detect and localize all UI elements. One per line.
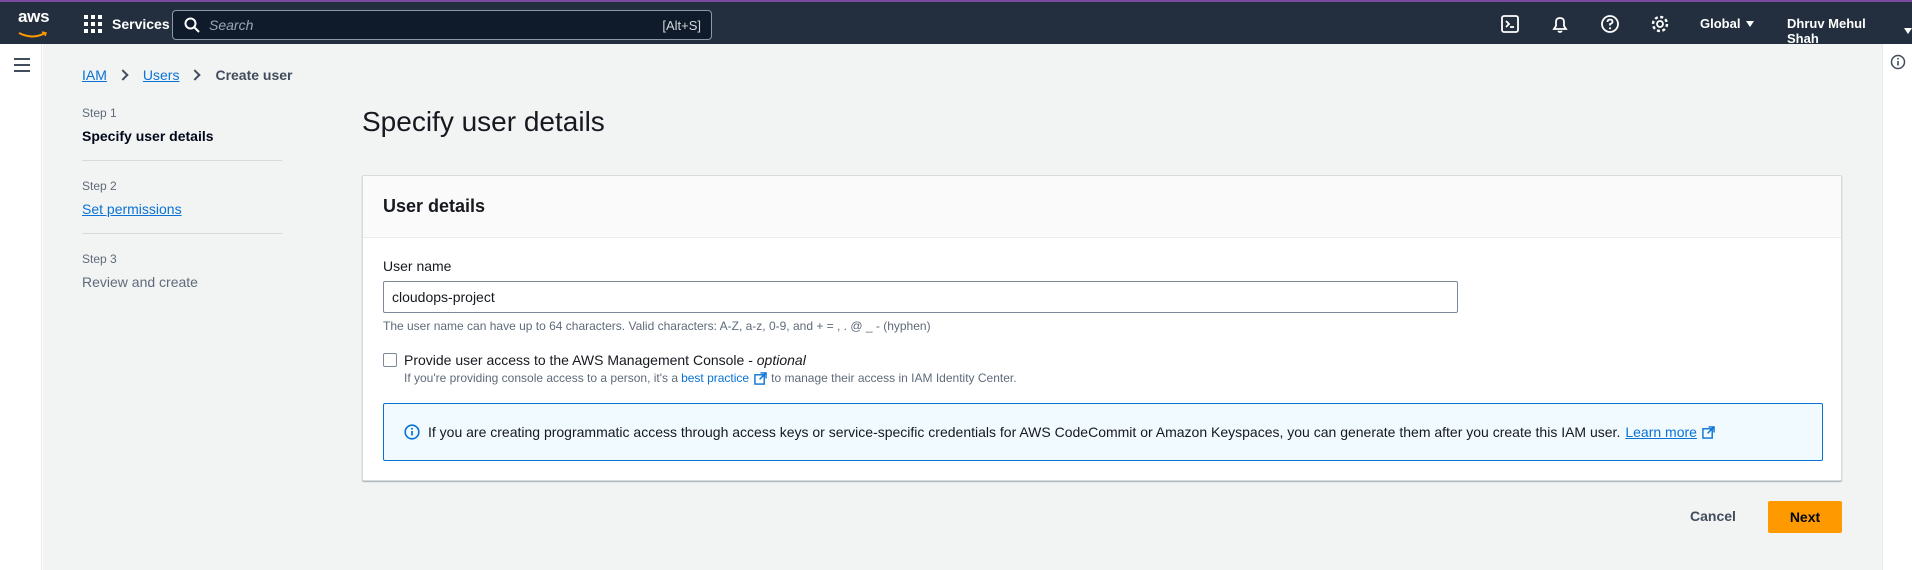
chevron-right-icon — [117, 69, 129, 81]
page-title: Specify user details — [362, 106, 605, 137]
settings-gear-icon[interactable] — [1649, 13, 1671, 35]
learn-more-link[interactable]: Learn more — [1625, 424, 1697, 440]
search-bar[interactable]: Search [Alt+S] — [172, 10, 712, 40]
username-label: User name — [383, 258, 452, 274]
side-navigation-rail — [0, 44, 42, 570]
next-button[interactable]: Next — [1768, 501, 1842, 533]
console-access-description: If you're providing console access to a … — [404, 371, 1017, 385]
notifications-bell-icon[interactable] — [1549, 13, 1571, 35]
external-link-icon — [1702, 425, 1715, 439]
external-link-icon — [754, 371, 767, 385]
search-shortcut: [Alt+S] — [662, 17, 701, 33]
help-icon[interactable] — [1599, 13, 1621, 35]
step-title: Specify user details — [82, 128, 214, 144]
tools-rail — [1882, 44, 1912, 570]
user-details-card: User details User name The user name can… — [362, 175, 1842, 481]
menu-hamburger-icon[interactable] — [14, 58, 30, 72]
search-icon — [184, 17, 200, 33]
card-title: User details — [383, 196, 486, 216]
breadcrumb-link-iam[interactable]: IAM — [82, 67, 107, 83]
cloudshell-icon[interactable] — [1499, 13, 1521, 35]
cancel-button[interactable]: Cancel — [1690, 508, 1736, 524]
caret-down-icon — [1746, 20, 1755, 27]
card-header: User details — [363, 176, 1841, 238]
aws-logo[interactable]: aws — [18, 8, 54, 38]
account-name: Dhruv Mehul Shah — [1787, 16, 1866, 46]
info-panel-icon[interactable] — [1890, 54, 1906, 70]
top-navigation-bar: aws Services Search [Alt+S] Global Dhruv… — [0, 0, 1912, 46]
account-menu[interactable]: Dhruv Mehul Shah — [1787, 16, 1912, 46]
console-access-label[interactable]: Provide user access to the AWS Managemen… — [404, 352, 806, 368]
username-input[interactable] — [383, 281, 1458, 313]
aws-logo-text: aws — [18, 7, 50, 26]
step-title: Review and create — [82, 274, 198, 290]
wizard-step-3: Step 3 Review and create — [82, 252, 282, 306]
search-input[interactable]: Search — [209, 17, 662, 33]
step-number: Step 1 — [82, 106, 117, 120]
step-link-set-permissions[interactable]: Set permissions — [82, 201, 282, 217]
services-label: Services — [112, 16, 170, 32]
info-icon — [404, 424, 420, 440]
breadcrumb-link-users[interactable]: Users — [143, 67, 180, 83]
wizard-step-1: Step 1 Specify user details — [82, 106, 282, 161]
console-access-checkbox[interactable] — [383, 353, 397, 367]
region-selector[interactable]: Global — [1700, 16, 1755, 31]
caret-down-icon — [1904, 28, 1912, 34]
username-hint: The user name can have up to 64 characte… — [383, 319, 931, 333]
best-practice-link[interactable]: best practice — [681, 371, 749, 385]
region-label: Global — [1700, 16, 1741, 31]
services-grid-icon — [84, 15, 102, 33]
optional-text: optional — [756, 352, 806, 368]
breadcrumb-current: Create user — [215, 67, 293, 83]
chevron-right-icon — [189, 69, 202, 81]
wizard-step-2: Step 2 Set permissions — [82, 179, 282, 234]
step-number: Step 3 — [82, 252, 117, 266]
breadcrumb: IAM Users Create user — [82, 67, 293, 83]
step-number: Step 2 — [82, 179, 117, 193]
info-alert: If you are creating programmatic access … — [383, 403, 1823, 461]
alert-text: If you are creating programmatic access … — [428, 424, 1621, 440]
wizard-steps: Step 1 Specify user details Step 2 Set p… — [82, 106, 282, 324]
aws-smile-icon — [18, 31, 47, 38]
services-menu-button[interactable]: Services — [84, 12, 170, 36]
